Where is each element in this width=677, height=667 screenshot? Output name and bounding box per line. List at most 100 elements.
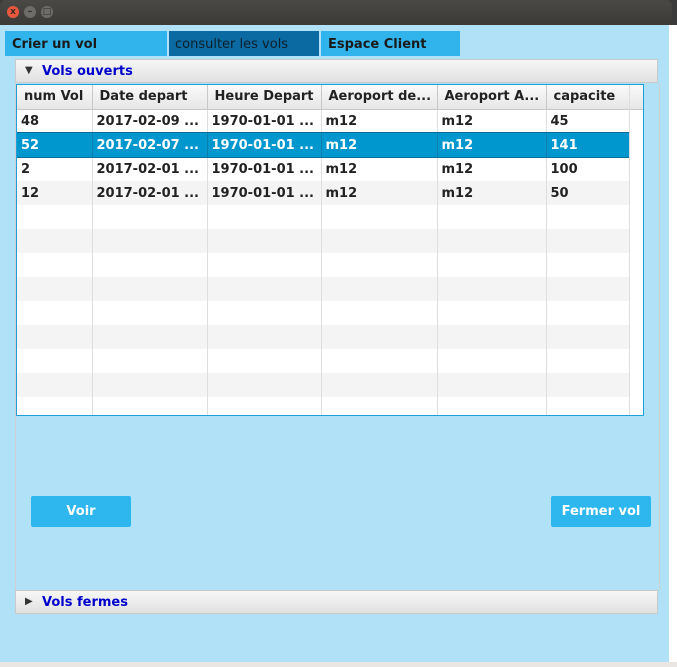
- cell-num-vol: 52: [17, 133, 93, 157]
- empty-cell: [321, 253, 438, 277]
- table-row[interactable]: 52 2017-02-07 ... 1970-01-01 ... m12 m12 141: [17, 132, 630, 158]
- section-vols-ouverts-header[interactable]: ▼ Vols ouverts: [15, 59, 658, 83]
- empty-cell: [207, 397, 322, 415]
- cell-heure-depart: 1970-01-01 ...: [207, 157, 322, 181]
- cell-num-vol: 2: [17, 157, 93, 181]
- cell-aeroport-arrivee: m12: [437, 133, 547, 157]
- empty-cell: [437, 205, 547, 229]
- chevron-down-icon: ▼: [25, 65, 33, 76]
- cell-aeroport-depart: m12: [321, 157, 438, 181]
- cell-heure-depart: 1970-01-01 ...: [207, 109, 322, 133]
- empty-cell: [546, 325, 630, 349]
- background-window-strip: [669, 25, 677, 667]
- empty-cell: [17, 349, 93, 373]
- table-header-row: num Vol Date depart Heure Depart Aeropor…: [17, 85, 630, 110]
- empty-cell: [437, 325, 547, 349]
- empty-cell: [92, 397, 208, 415]
- cell-heure-depart: 1970-01-01 ...: [207, 181, 322, 205]
- cell-heure-depart: 1970-01-01 ...: [207, 133, 322, 157]
- cell-date-depart: 2017-02-09 ...: [92, 109, 208, 133]
- empty-cell: [321, 205, 438, 229]
- empty-cell: [92, 325, 208, 349]
- empty-cell: [92, 277, 208, 301]
- cell-date-depart: 2017-02-01 ...: [92, 181, 208, 205]
- column-header-capacite[interactable]: capacite: [546, 85, 630, 110]
- empty-cell: [92, 349, 208, 373]
- empty-cell: [321, 229, 438, 253]
- cell-aeroport-arrivee: m12: [437, 181, 547, 205]
- empty-cell: [546, 349, 630, 373]
- cell-aeroport-depart: m12: [321, 133, 438, 157]
- minimize-icon[interactable]: –: [24, 6, 36, 18]
- empty-table-row: [17, 229, 630, 253]
- main-window: Crier un vol consulter les vols Espace C…: [0, 25, 669, 662]
- empty-cell: [546, 229, 630, 253]
- empty-cell: [207, 301, 322, 325]
- empty-table-row: [17, 373, 630, 397]
- empty-table-row: [17, 253, 630, 277]
- empty-cell: [207, 277, 322, 301]
- empty-cell: [437, 277, 547, 301]
- empty-cell: [437, 229, 547, 253]
- tab-consulter-les-vols[interactable]: consulter les vols: [169, 31, 319, 56]
- flights-table[interactable]: num Vol Date depart Heure Depart Aeropor…: [16, 84, 644, 416]
- cell-aeroport-depart: m12: [321, 181, 438, 205]
- tab-espace-client[interactable]: Espace Client: [321, 31, 460, 56]
- empty-cell: [437, 397, 547, 415]
- empty-table-row: [17, 397, 630, 415]
- cell-capacite: 141: [546, 133, 630, 157]
- cell-num-vol: 12: [17, 181, 93, 205]
- column-header-aeroport-arrivee[interactable]: Aeroport A...: [437, 85, 547, 110]
- empty-cell: [207, 373, 322, 397]
- empty-cell: [17, 301, 93, 325]
- fermer-vol-button[interactable]: Fermer vol: [551, 496, 651, 527]
- cell-aeroport-arrivee: m12: [437, 157, 547, 181]
- empty-cell: [92, 229, 208, 253]
- background-taskbar-strip: [0, 662, 677, 667]
- empty-cell: [207, 253, 322, 277]
- empty-cell: [546, 253, 630, 277]
- voir-button[interactable]: Voir: [31, 496, 131, 527]
- empty-cell: [437, 301, 547, 325]
- empty-cell: [92, 205, 208, 229]
- column-header-heure-depart[interactable]: Heure Depart: [207, 85, 322, 110]
- empty-cell: [321, 349, 438, 373]
- cell-capacite: 45: [546, 109, 630, 133]
- maximize-icon[interactable]: □: [41, 6, 53, 18]
- empty-cell: [437, 373, 547, 397]
- cell-aeroport-depart: m12: [321, 109, 438, 133]
- empty-cell: [17, 373, 93, 397]
- section-vols-ouverts-panel: num Vol Date depart Heure Depart Aeropor…: [15, 83, 660, 590]
- cell-capacite: 50: [546, 181, 630, 205]
- empty-cell: [17, 229, 93, 253]
- cell-date-depart: 2017-02-07 ...: [92, 133, 208, 157]
- empty-table-row: [17, 301, 630, 325]
- empty-cell: [546, 397, 630, 415]
- column-header-num-vol[interactable]: num Vol: [17, 85, 93, 110]
- empty-cell: [17, 205, 93, 229]
- empty-cell: [92, 253, 208, 277]
- table-row[interactable]: 12 2017-02-01 ... 1970-01-01 ... m12 m12 50: [17, 181, 630, 205]
- empty-cell: [92, 373, 208, 397]
- empty-cell: [546, 277, 630, 301]
- section-vols-fermes-header[interactable]: ▶ Vols fermes: [15, 590, 658, 614]
- table-row[interactable]: 48 2017-02-09 ... 1970-01-01 ... m12 m12 45: [17, 109, 630, 133]
- section-vols-fermes-label: Vols fermes: [42, 595, 128, 610]
- column-header-aeroport-depart[interactable]: Aeroport de...: [321, 85, 438, 110]
- cell-aeroport-arrivee: m12: [437, 109, 547, 133]
- tab-crier-un-vol[interactable]: Crier un vol: [5, 31, 167, 56]
- table-row[interactable]: 2 2017-02-01 ... 1970-01-01 ... m12 m12 100: [17, 157, 630, 181]
- empty-table-row: [17, 277, 630, 301]
- empty-cell: [207, 325, 322, 349]
- empty-cell: [546, 301, 630, 325]
- close-icon[interactable]: x: [7, 6, 19, 18]
- empty-cell: [207, 205, 322, 229]
- table-scrollbar-column[interactable]: [629, 85, 643, 415]
- window-titlebar[interactable]: x – □: [0, 0, 672, 25]
- cell-capacite: 100: [546, 157, 630, 181]
- column-header-date-depart[interactable]: Date depart: [92, 85, 208, 110]
- section-vols-ouverts-label: Vols ouverts: [42, 64, 133, 79]
- empty-table-row: [17, 349, 630, 373]
- empty-cell: [17, 253, 93, 277]
- empty-cell: [321, 397, 438, 415]
